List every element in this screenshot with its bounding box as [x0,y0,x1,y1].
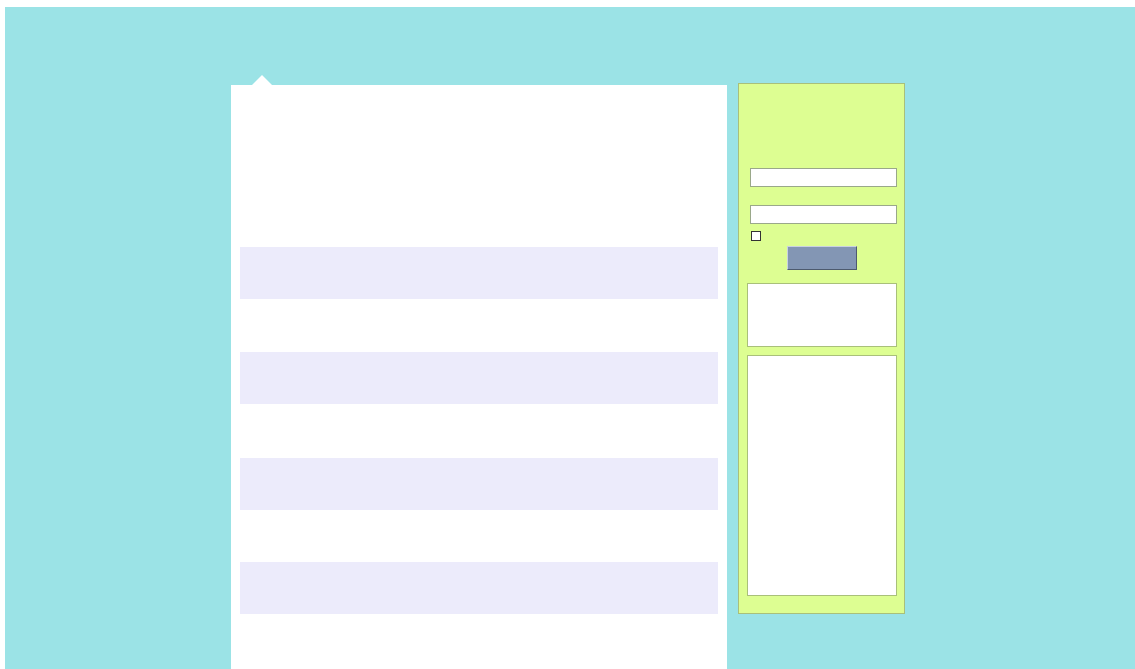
password-input[interactable] [750,205,897,224]
content-row-4 [240,562,718,614]
login-submit-button[interactable] [787,246,857,270]
content-row-2 [240,352,718,404]
content-row-1 [240,247,718,299]
username-input[interactable] [750,168,897,187]
sidebar-list-box [747,355,897,596]
tab-pointer-icon [252,75,272,85]
sidebar-info-box [747,283,897,347]
remember-checkbox[interactable] [751,231,761,241]
content-row-3 [240,458,718,510]
